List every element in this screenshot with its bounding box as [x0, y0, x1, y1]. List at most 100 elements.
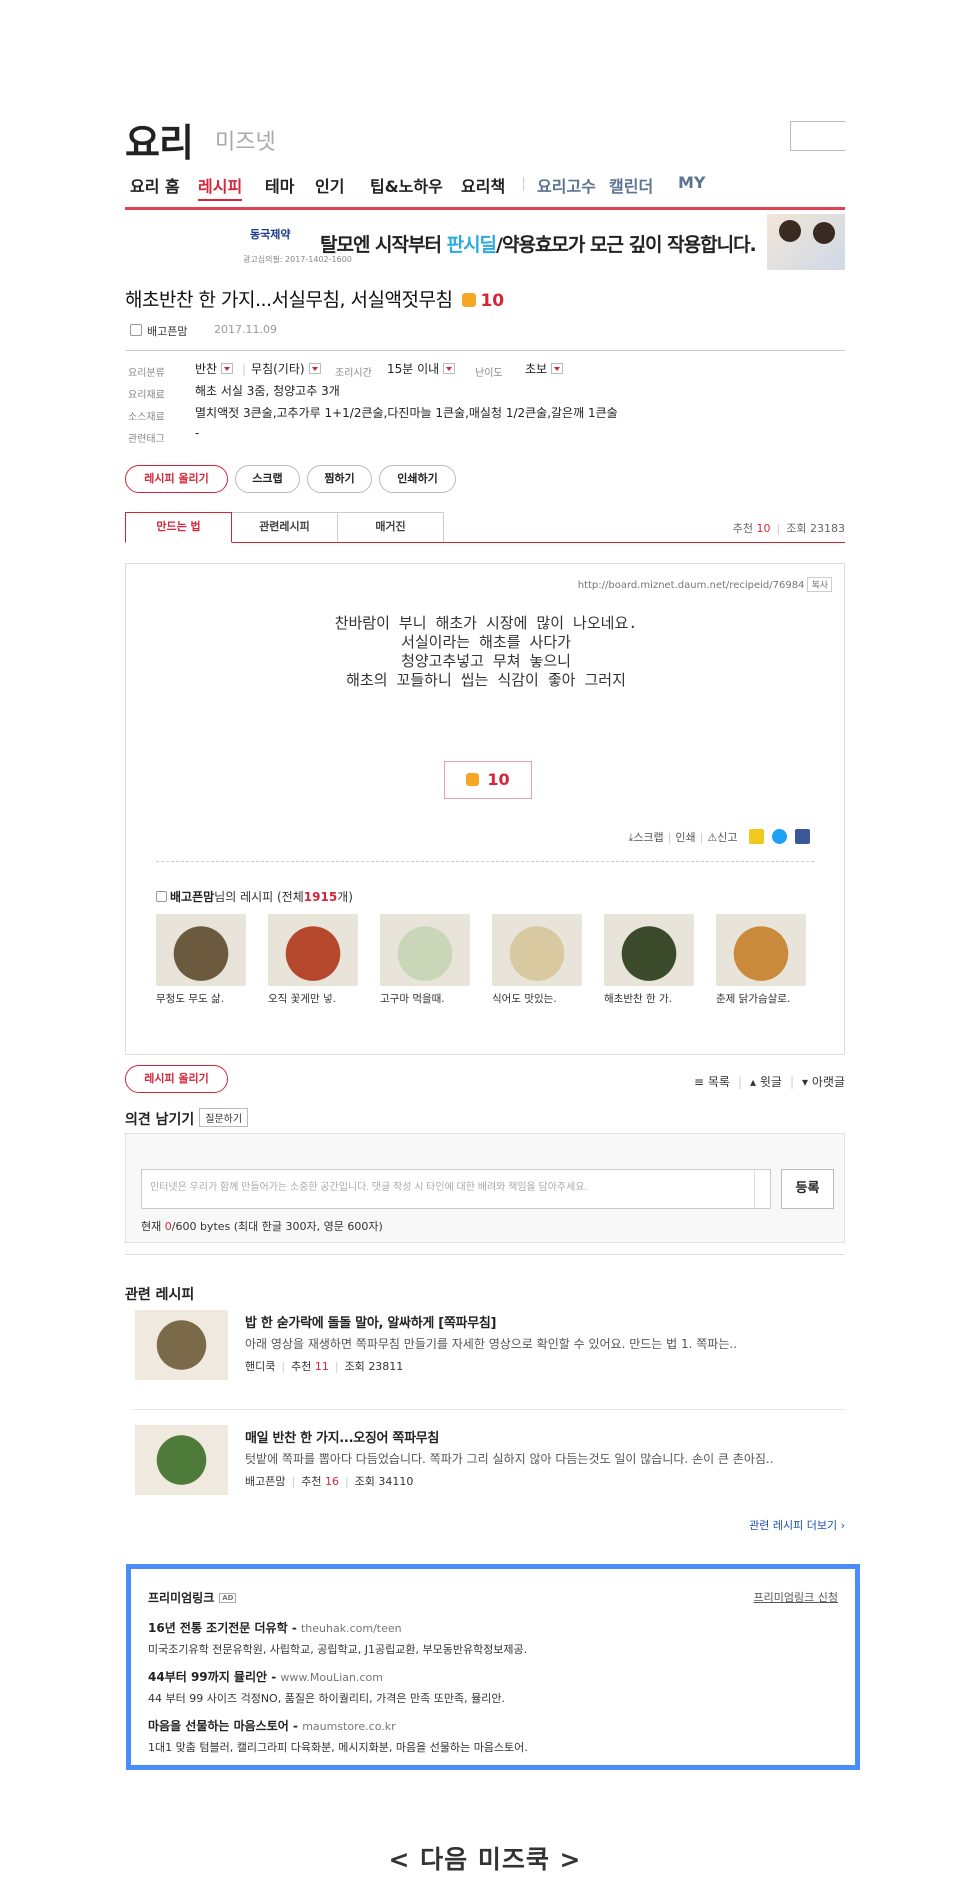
category-value-2: 무침(기타): [251, 362, 305, 376]
author-recipe-card[interactable]: 오직 꽃게만 넣.: [268, 914, 358, 1006]
comment-textarea[interactable]: 인터넷은 우리가 함께 만들어가는 소중한 공간입니다. 댓글 작성 시 타인에…: [141, 1169, 771, 1209]
share-report-link[interactable]: 신고: [717, 831, 737, 844]
chevron-down-icon[interactable]: [551, 363, 564, 374]
premium-item-desc: 1대1 맞춤 텀블러, 캘리그라피 다육화분, 메시지화분, 마음을 선물하는 …: [148, 1741, 528, 1754]
recipe-caption[interactable]: 무청도 무도 삶.: [156, 991, 246, 1006]
search-input[interactable]: [790, 121, 845, 151]
premium-item[interactable]: 44부터 99까지 뮬리안 - www.MouLian.com 44 부터 99…: [148, 1668, 838, 1706]
chevron-down-icon[interactable]: [308, 363, 321, 374]
recipe-author[interactable]: 배고픈맘: [147, 323, 187, 339]
premium-title: 프리미엄링크 AD: [148, 1589, 237, 1606]
next-post-link[interactable]: 아랫글: [812, 1075, 845, 1089]
related-item-author[interactable]: 배고픈맘: [245, 1475, 285, 1488]
premium-item[interactable]: 마음을 선물하는 마음스토어 - maumstore.co.kr 1대1 맞춤 …: [148, 1717, 838, 1755]
nav-item-tips[interactable]: 팁&노하우: [370, 173, 443, 197]
share-bar: ⤓스크랩 | 인쇄 | ⚠신고: [628, 829, 810, 845]
related-item[interactable]: 매일 반찬 한 가지...오징어 쪽파무침 텃밭에 쪽파를 뽑아다 다듬었습니다…: [125, 1425, 845, 1505]
premium-item-url[interactable]: theuhak.com/teen: [301, 1622, 402, 1635]
comment-box: 인터넷은 우리가 함께 만들어가는 소중한 공간입니다. 댓글 작성 시 타인에…: [125, 1133, 845, 1243]
list-link[interactable]: 목록: [708, 1075, 730, 1089]
premium-item-name[interactable]: 44부터 99까지 뮬리안: [148, 1670, 267, 1684]
nav-item-recipe[interactable]: 레시피: [198, 173, 243, 201]
nav-item-masters[interactable]: 요리고수: [537, 173, 596, 197]
tab-method[interactable]: 만드는 법: [125, 512, 232, 543]
related-thumbnail[interactable]: [135, 1310, 228, 1380]
chevron-down-icon[interactable]: [443, 363, 456, 374]
related-item-author[interactable]: 핸디쿡: [245, 1360, 275, 1373]
premium-item-url[interactable]: www.MouLian.com: [280, 1671, 383, 1684]
textarea-scrollbar[interactable]: [754, 1170, 770, 1208]
share-print-link[interactable]: 인쇄: [675, 831, 695, 844]
site-logo[interactable]: 요리: [125, 112, 194, 167]
recipe-caption[interactable]: 식어도 맛있는.: [492, 991, 582, 1006]
tab-related[interactable]: 관련레시피: [231, 512, 338, 542]
recipe-caption[interactable]: 해초반찬 한 가.: [604, 991, 694, 1006]
scrap-button[interactable]: 스크랩: [235, 465, 300, 493]
related-item-title[interactable]: 매일 반찬 한 가지...오징어 쪽파무침: [245, 1427, 439, 1446]
nav-item-cookbook[interactable]: 요리책: [461, 173, 505, 197]
recipe-thumbnail[interactable]: [716, 914, 806, 986]
register-comment-button[interactable]: 등록: [781, 1169, 834, 1209]
ask-question-button[interactable]: 질문하기: [199, 1108, 249, 1127]
related-item[interactable]: 밥 한 숟가락에 돌돌 말아, 알싸하게 [쪽파무침] 아래 영상을 재생하면 …: [125, 1310, 845, 1390]
recipe-caption[interactable]: 춘제 닭가슴살로.: [716, 991, 806, 1006]
category-value-1: 반찬: [195, 362, 218, 376]
print-button[interactable]: 인쇄하기: [379, 465, 456, 493]
nav-item-popular[interactable]: 인기: [315, 173, 344, 197]
recipe-thumbnail[interactable]: [156, 914, 246, 986]
premium-item[interactable]: 16년 전통 조기전문 더유학 - theuhak.com/teen 미국조기유…: [148, 1619, 838, 1657]
premium-item-name[interactable]: 16년 전통 조기전문 더유학: [148, 1621, 288, 1635]
nav-item-theme[interactable]: 테마: [265, 173, 294, 197]
chevron-down-icon[interactable]: [221, 363, 234, 374]
upload-recipe-button[interactable]: 레시피 올리기: [125, 465, 228, 493]
bookmark-button[interactable]: 찜하기: [307, 465, 372, 493]
ad-banner[interactable]: 동국제약 광고심의필: 2017-1402-1600 탈모엔 시작부터 판시딜/…: [125, 212, 845, 272]
recipe-thumbnail[interactable]: [380, 914, 470, 986]
twitter-icon[interactable]: [772, 829, 787, 844]
prev-post-link[interactable]: 윗글: [760, 1075, 782, 1089]
author-recipe-card[interactable]: 춘제 닭가슴살로.: [716, 914, 806, 1006]
nav-item-my[interactable]: MY: [678, 173, 706, 192]
site-logo-sub[interactable]: 미즈넷: [215, 124, 276, 156]
premium-item-title: 44부터 99까지 뮬리안 - www.MouLian.com: [148, 1670, 383, 1684]
upload-recipe-button-bottom[interactable]: 레시피 올리기: [125, 1065, 228, 1093]
related-thumbnail[interactable]: [135, 1425, 228, 1495]
category-select-1[interactable]: 반찬: [195, 360, 234, 377]
nav-item-home[interactable]: 요리 홈: [130, 173, 180, 197]
share-scrap-link[interactable]: 스크랩: [633, 831, 663, 844]
tab-magazine[interactable]: 매거진: [337, 512, 444, 542]
recipe-thumbnail[interactable]: [268, 914, 358, 986]
difficulty-select[interactable]: 초보: [525, 360, 564, 377]
author-recipe-card[interactable]: 무청도 무도 삶.: [156, 914, 246, 1006]
recipe-thumbnail[interactable]: [492, 914, 582, 986]
author-name-link[interactable]: 배고픈맘: [170, 890, 214, 904]
recipe-thumbnail[interactable]: [604, 914, 694, 986]
recipe-meta: 배고픈맘 2017.11.09: [125, 322, 845, 342]
premium-item-name[interactable]: 마음을 선물하는 마음스토어: [148, 1719, 289, 1733]
related-more-link[interactable]: 관련 레시피 더보기 ›: [749, 1517, 845, 1533]
banner-photo: [767, 214, 845, 270]
author-recipe-card[interactable]: 해초반찬 한 가.: [604, 914, 694, 1006]
recipe-caption[interactable]: 고구마 먹을때.: [380, 991, 470, 1006]
category-select-2[interactable]: | 무침(기타): [242, 360, 321, 377]
premium-item-url[interactable]: maumstore.co.kr: [302, 1720, 395, 1733]
recommend-button[interactable]: 10: [444, 761, 532, 799]
time-select[interactable]: 15분 이내: [387, 360, 456, 377]
url-text[interactable]: http://board.miznet.daum.net/recipeid/76…: [578, 580, 805, 591]
recipe-url: http://board.miznet.daum.net/recipeid/76…: [578, 577, 832, 592]
related-item-title[interactable]: 밥 한 숟가락에 돌돌 말아, 알싸하게 [쪽파무침]: [245, 1312, 496, 1331]
copy-url-button[interactable]: 복사: [807, 577, 832, 592]
author-recipes-count: 1915: [303, 890, 338, 904]
thumbs-up-icon: [462, 293, 477, 307]
facebook-icon[interactable]: [795, 829, 810, 844]
author-recipe-card[interactable]: 고구마 먹을때.: [380, 914, 470, 1006]
premium-apply-link[interactable]: 프리미엄링크 신청: [754, 1589, 838, 1605]
divider: [125, 1254, 845, 1255]
kakaostory-icon[interactable]: [749, 829, 764, 844]
main-nav: 요리 홈 레시피 테마 인기 팁&노하우 요리책 요리고수 캘린더 MY: [125, 173, 845, 209]
recipe-caption[interactable]: 오직 꽃게만 넣.: [268, 991, 358, 1006]
info-row-category: 요리분류 반찬 | 무침(기타) 조리시간 15분 이내 난이도 초보: [125, 360, 845, 380]
author-recipe-card[interactable]: 식어도 맛있는.: [492, 914, 582, 1006]
nav-item-calendar[interactable]: 캘린더: [609, 173, 653, 197]
footer-title[interactable]: < 다음 미즈쿡 >: [125, 1840, 845, 1874]
